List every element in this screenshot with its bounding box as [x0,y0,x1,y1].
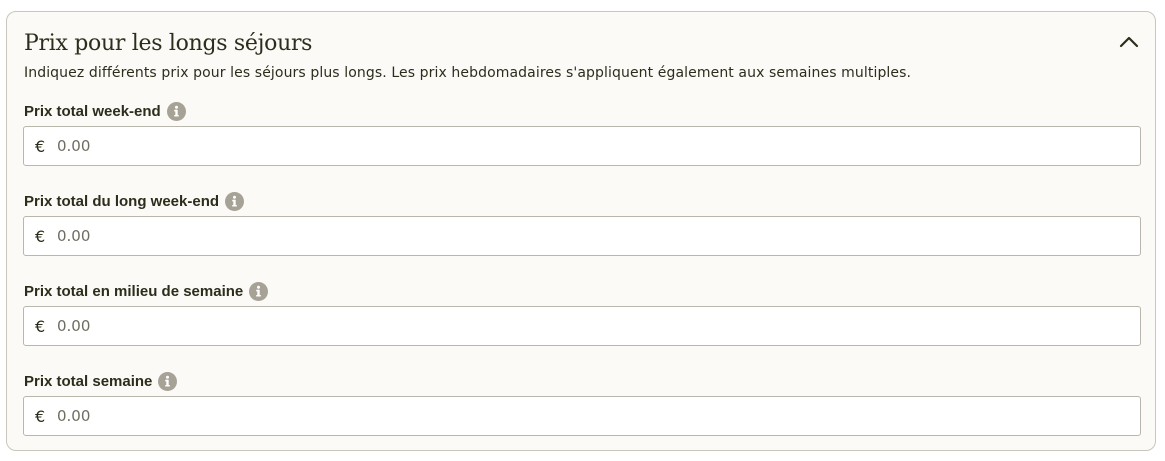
field-label-text: Prix total en milieu de semaine [24,282,244,300]
field-label-text: Prix total semaine [24,372,153,390]
info-icon[interactable] [249,281,269,301]
week-price-field[interactable]: € [23,396,1141,436]
info-icon[interactable] [166,101,186,121]
long-stay-pricing-section: Prix pour les longs séjours Indiquez dif… [6,11,1156,451]
long-weekend-price-input[interactable] [57,221,1117,251]
weekend-price-label: Prix total week-end [24,100,186,122]
info-icon[interactable] [158,371,178,391]
long-weekend-price-field[interactable]: € [23,216,1141,256]
section-title: Prix pour les longs séjours [24,31,313,56]
week-price-input[interactable] [57,401,1117,431]
weekend-price-field[interactable]: € [23,126,1141,166]
week-price-label: Prix total semaine [24,370,178,392]
weekend-price-input[interactable] [57,131,1117,161]
field-label-text: Prix total du long week-end [24,192,220,210]
collapse-button[interactable] [1117,32,1141,52]
section-description: Indiquez différents prix pour les séjour… [24,65,912,81]
currency-symbol: € [35,316,46,336]
currency-symbol: € [35,226,46,246]
info-icon[interactable] [225,191,245,211]
field-label-text: Prix total week-end [24,102,161,120]
midweek-price-field[interactable]: € [23,306,1141,346]
midweek-price-label: Prix total en milieu de semaine [24,280,269,302]
chevron-up-icon [1119,36,1139,48]
currency-symbol: € [35,406,46,426]
long-weekend-price-label: Prix total du long week-end [24,190,245,212]
midweek-price-input[interactable] [57,311,1117,341]
currency-symbol: € [35,136,46,156]
